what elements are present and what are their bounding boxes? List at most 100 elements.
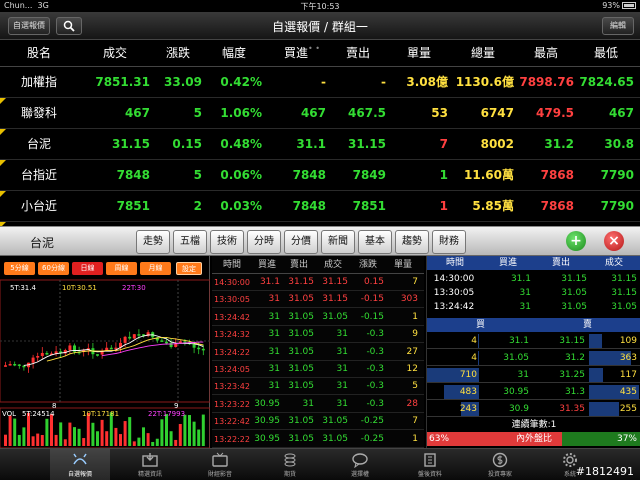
tick-row: 13:24:22 31 31.05 31 -0.3 27 xyxy=(212,344,424,361)
candle-body xyxy=(128,336,132,339)
period-tab-1[interactable]: 60分線 xyxy=(38,262,69,275)
ma-label-0: 5T:31.4 xyxy=(10,284,36,292)
tick-cell: 13:23:42 xyxy=(214,382,250,392)
column-header-1[interactable]: 成交 xyxy=(78,40,152,66)
watermark-label: #1812491 xyxy=(575,465,634,478)
tick-cell: -0.25 xyxy=(360,416,384,427)
column-header-6[interactable]: 單量 xyxy=(388,40,450,66)
column-header-8[interactable]: 最高 xyxy=(516,40,576,66)
page-title: 自選報價 / 群組一 xyxy=(272,20,368,34)
quote-cell: 0.42% xyxy=(220,75,262,89)
tick-row: 13:22:22 30.95 31.05 31.05 -0.25 1 xyxy=(212,431,424,448)
ask-qty: 435 xyxy=(619,387,637,397)
detail-tab-2[interactable]: 技術 xyxy=(210,230,244,254)
tick-cell: -0.15 xyxy=(360,294,384,305)
settings-button[interactable]: 設定 xyxy=(176,262,202,275)
ask-price: 31.25 xyxy=(559,370,585,380)
volume-bar xyxy=(22,427,26,446)
quote-cell: 5 xyxy=(193,168,202,182)
candle-body xyxy=(8,364,12,366)
bid-qty: 4 xyxy=(471,353,477,363)
quote-cell: 7898.76 xyxy=(519,75,574,89)
detail-tab-1[interactable]: 五檔 xyxy=(173,230,207,254)
detail-tab-0[interactable]: 走勢 xyxy=(136,230,170,254)
tick-cell: 31 xyxy=(268,364,280,374)
ma-label-2: 22T:30 xyxy=(122,284,146,292)
tick-cell: -0.3 xyxy=(366,329,384,340)
quote-row[interactable]: 台指近 7848 5 0.06% 7848 7849 1 11.60萬 7868 7790 xyxy=(0,160,640,191)
quote-row[interactable]: 聯發科 467 5 1.06% 467 467.5 53 6747 479.5 467 xyxy=(0,98,640,129)
order-level-row: 483 30.95 31.3 435 xyxy=(427,384,640,400)
tick-cell: 31 xyxy=(268,346,280,357)
orderbook-header-row: 時間 買進 賣出 成交 xyxy=(427,256,640,270)
candle-body xyxy=(197,347,201,350)
column-header-2[interactable]: 漲跌 xyxy=(152,40,204,66)
detail-tab-6[interactable]: 基本 xyxy=(358,230,392,254)
trade-cell: 31 xyxy=(519,302,531,312)
volume-bar xyxy=(40,435,44,446)
tab-label: 財經影音 xyxy=(207,471,232,478)
tick-cell: 30.95 xyxy=(254,416,280,427)
quote-cell: 7848 xyxy=(292,168,326,182)
quote-cell: 3.08億 xyxy=(406,75,448,89)
volume-bar xyxy=(100,419,104,446)
close-button[interactable]: × xyxy=(604,231,624,251)
tick-cell: -0.3 xyxy=(366,381,384,392)
column-header-9[interactable]: 最低 xyxy=(576,40,636,66)
tick-cell: 13:24:32 xyxy=(214,330,250,340)
detail-tab-3[interactable]: 分時 xyxy=(247,230,281,254)
tick-cell: 31.05 xyxy=(322,416,348,427)
candle-body xyxy=(137,334,141,336)
column-header-5[interactable]: 賣出 xyxy=(328,40,388,66)
quote-cell: 1 xyxy=(439,168,448,182)
tick-cell: 7 xyxy=(412,416,418,427)
tick-cell: 31 xyxy=(268,294,280,305)
tick-cell: 28 xyxy=(406,398,418,409)
tab-building[interactable]: 盤後資料 xyxy=(400,449,460,480)
tab-tv[interactable]: 財經影音 xyxy=(190,449,250,480)
add-button[interactable]: + xyxy=(566,231,586,251)
quote-cell: 11.60萬 xyxy=(464,168,514,182)
volume-bar xyxy=(45,418,49,446)
tab-chat[interactable]: 選擇權 xyxy=(330,449,390,480)
tab-inbox[interactable]: 精選資訊 xyxy=(120,449,180,480)
date-label-1: 9 xyxy=(174,402,179,410)
quote-cell: 33.09 xyxy=(164,75,202,89)
tick-header-5: 單量 xyxy=(393,260,412,270)
plus-icon: + xyxy=(570,233,582,249)
detail-tab-5[interactable]: 新聞 xyxy=(321,230,355,254)
quote-header-row: 股名 成交 漲跌 幅度 買進 賣出 單量 總量 最高 最低 xyxy=(0,40,640,67)
detail-tab-4[interactable]: 分價 xyxy=(284,230,318,254)
period-tab-3[interactable]: 周線 xyxy=(106,262,137,275)
candle-body xyxy=(109,347,113,350)
tab-bull[interactable]: 自選報價 xyxy=(50,449,110,480)
trade-cell: 31.15 xyxy=(611,288,637,298)
period-tab-2[interactable]: 日線 xyxy=(72,262,103,275)
volume-bar xyxy=(160,419,164,446)
tick-cell: 31 xyxy=(268,311,280,322)
volume-bar xyxy=(165,414,168,446)
candle-body xyxy=(31,357,35,363)
tab-coins[interactable]: 期貨 xyxy=(260,449,320,480)
period-tab-4[interactable]: 月線 xyxy=(140,262,171,275)
tab-dollar[interactable]: 投資專家 xyxy=(470,449,530,480)
quote-cell: 0.03% xyxy=(220,199,262,213)
column-header-7[interactable]: 總量 xyxy=(450,40,516,66)
tick-cell: 31.1 xyxy=(259,277,280,287)
quote-row[interactable]: 台泥 31.15 0.15 0.48% 31.1 31.15 7 8002 31.2 30.8 xyxy=(0,129,640,160)
quote-row[interactable]: 小台近 7851 2 0.03% 7848 7851 1 5.85萬 7868 7790 xyxy=(0,191,640,222)
column-header-3[interactable]: 幅度 xyxy=(204,40,264,66)
tick-cell: 31.05 xyxy=(288,433,314,444)
period-tab-0[interactable]: 5分線 xyxy=(4,262,35,275)
edit-button[interactable]: 編輯 xyxy=(602,17,634,35)
dollar-icon xyxy=(492,452,508,468)
tab-label: 精選資訊 xyxy=(137,471,162,478)
tick-cell: -0.25 xyxy=(360,433,384,444)
detail-tab-7[interactable]: 趨勢 xyxy=(395,230,429,254)
column-header-0[interactable]: 股名 xyxy=(0,40,78,66)
tick-cell: 31.05 xyxy=(288,381,314,392)
candle-body xyxy=(192,344,196,348)
vol-label-2: 10T:17181 xyxy=(82,410,120,418)
quote-row[interactable]: 加權指 7851.31 33.09 0.42% - - 3.08億 1130.6億 7898.7… xyxy=(0,67,640,98)
detail-tab-8[interactable]: 財務 xyxy=(432,230,466,254)
